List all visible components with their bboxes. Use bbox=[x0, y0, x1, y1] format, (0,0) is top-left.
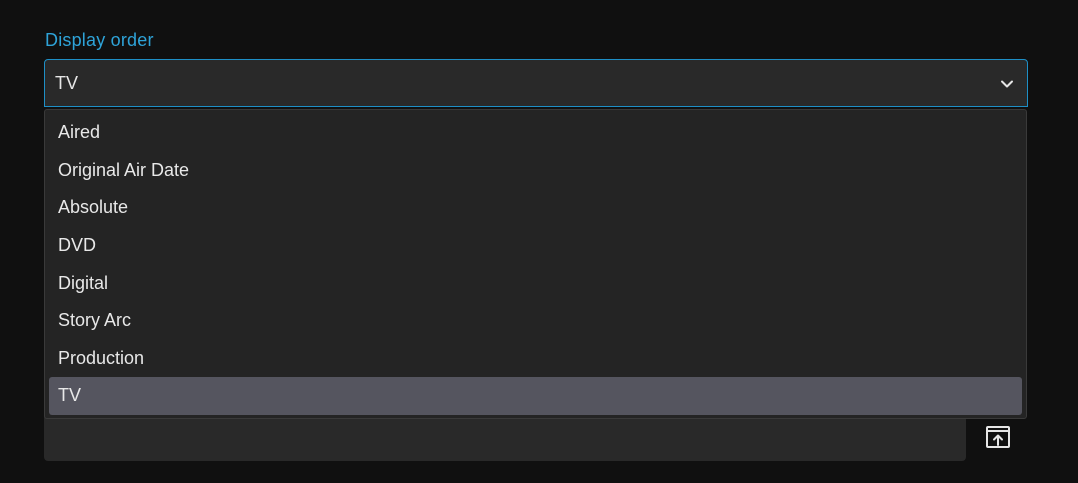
option-digital[interactable]: Digital bbox=[49, 264, 1022, 302]
option-dvd[interactable]: DVD bbox=[49, 227, 1022, 265]
option-label: Original Air Date bbox=[58, 159, 190, 180]
display-order-dropdown-list: Aired Original Air Date Absolute DVD Dig… bbox=[44, 109, 1027, 419]
option-label: Story Arc bbox=[58, 310, 132, 331]
option-aired[interactable]: Aired bbox=[49, 114, 1022, 152]
option-label: Absolute bbox=[58, 197, 129, 218]
background-input-field[interactable] bbox=[44, 414, 966, 461]
option-label: TV bbox=[58, 385, 82, 406]
option-label: Digital bbox=[58, 272, 109, 293]
display-order-label: Display order bbox=[45, 30, 154, 50]
option-tv[interactable]: TV bbox=[49, 377, 1022, 415]
option-original-air-date[interactable]: Original Air Date bbox=[49, 152, 1022, 190]
display-order-select[interactable]: TV bbox=[44, 59, 1028, 107]
option-label: DVD bbox=[58, 235, 97, 256]
option-production[interactable]: Production bbox=[49, 340, 1022, 378]
option-label: Aired bbox=[58, 122, 101, 143]
option-story-arc[interactable]: Story Arc bbox=[49, 302, 1022, 340]
chevron-down-icon[interactable] bbox=[999, 76, 1015, 92]
open-in-new-icon[interactable] bbox=[986, 426, 1010, 448]
selected-value: TV bbox=[55, 72, 79, 93]
option-label: Production bbox=[58, 347, 145, 368]
option-absolute[interactable]: Absolute bbox=[49, 189, 1022, 227]
